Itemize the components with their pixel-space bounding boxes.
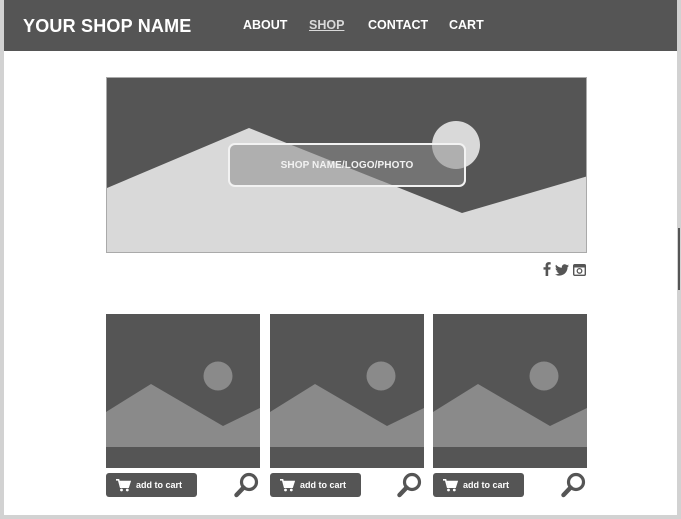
placeholder-image [270,361,424,447]
cart-icon [443,478,458,491]
add-to-cart-label: add to cart [463,480,510,490]
magnifier-icon[interactable] [234,472,260,498]
magnifier-icon[interactable] [397,472,423,498]
product-image-1[interactable] [106,314,260,468]
add-to-cart-label: add to cart [136,480,183,490]
add-to-cart-label: add to cart [300,480,347,490]
placeholder-image [433,361,587,447]
window-frame-bottom [0,515,681,519]
scrollbar-thumb[interactable] [678,228,680,290]
placeholder-image [106,361,260,447]
hero-shop-name-label: SHOP NAME/LOGO/PHOTO [228,143,466,187]
add-to-cart-button[interactable]: add to cart [433,473,524,497]
nav-cart-link[interactable]: CART [449,18,484,32]
nav-shop-link[interactable]: SHOP [309,18,344,32]
window-frame-left [0,0,4,519]
magnifier-icon[interactable] [561,472,587,498]
top-navigation-bar: YOUR SHOP NAME ABOUT SHOP CONTACT CART [4,0,677,51]
shop-brand-name[interactable]: YOUR SHOP NAME [23,16,192,37]
nav-contact-link[interactable]: CONTACT [368,18,428,32]
cart-icon [116,478,131,491]
instagram-icon[interactable] [573,263,586,277]
add-to-cart-button[interactable]: add to cart [270,473,361,497]
add-to-cart-button[interactable]: add to cart [106,473,197,497]
product-image-3[interactable] [433,314,587,468]
cart-icon [280,478,295,491]
hero-banner: SHOP NAME/LOGO/PHOTO [106,77,587,253]
twitter-icon[interactable] [555,263,569,277]
nav-about-link[interactable]: ABOUT [243,18,287,32]
product-image-2[interactable] [270,314,424,468]
facebook-icon[interactable] [543,262,551,276]
